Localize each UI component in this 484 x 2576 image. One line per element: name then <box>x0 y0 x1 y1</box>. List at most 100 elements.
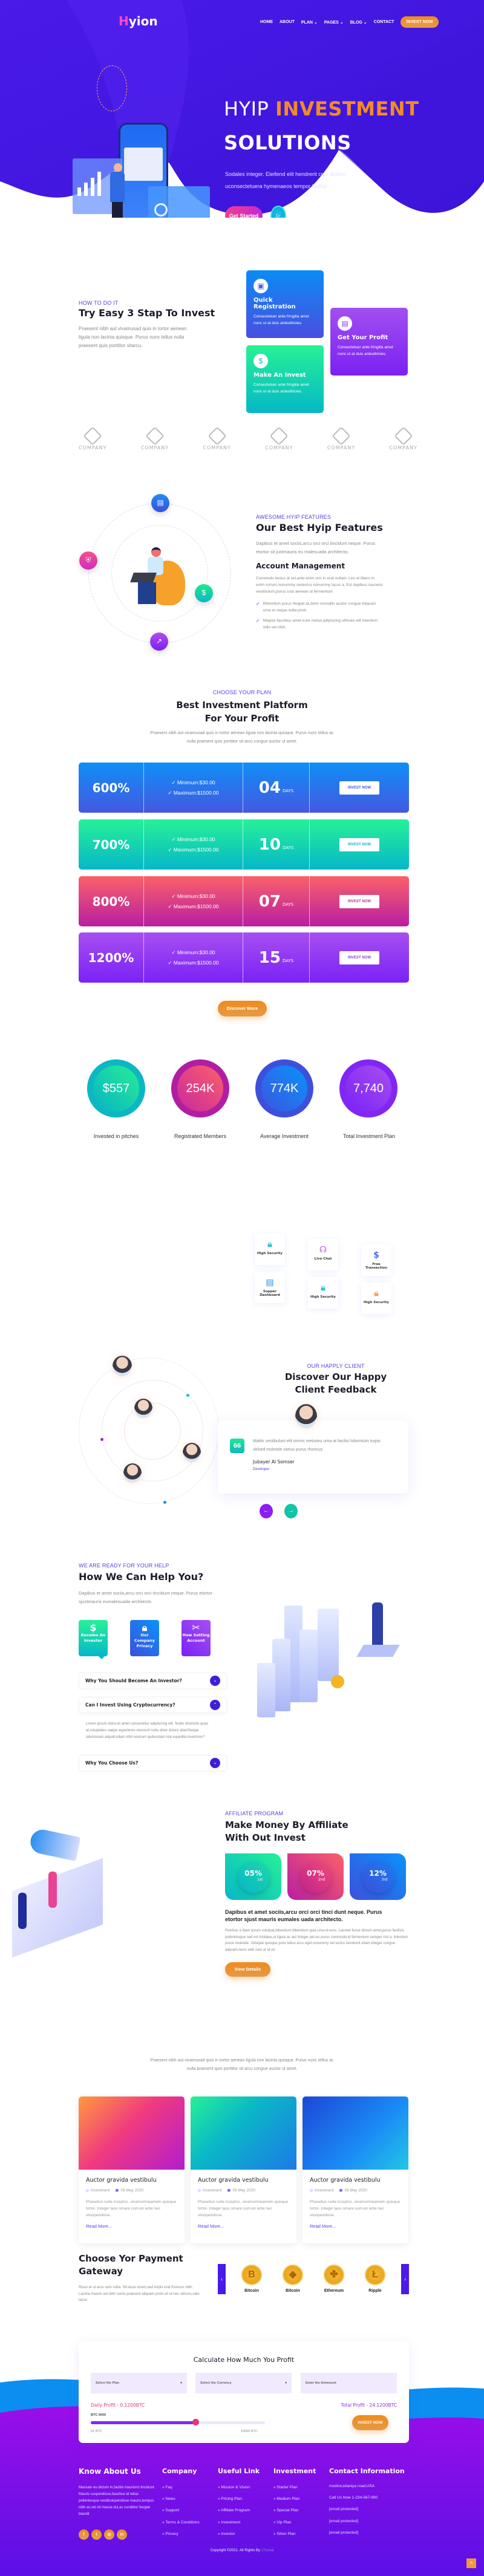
amount-slider[interactable] <box>91 2419 265 2425</box>
quote-icon: 66 <box>230 1439 244 1453</box>
contact-email[interactable]: [email protected] <box>329 2527 405 2539</box>
nav-contact[interactable]: CONTACT <box>374 20 394 24</box>
feature-tile[interactable]: ▤ Supper Dashboard <box>255 1272 285 1303</box>
plan-invest-button[interactable]: INVEST NOW <box>339 894 379 908</box>
plan-percent: 700% <box>79 819 144 870</box>
chevron-up-icon: ^ <box>469 2561 473 2566</box>
chevron-down-icon: ⌄ <box>363 20 367 25</box>
feature-tile[interactable]: $ Free Transection <box>361 1244 391 1276</box>
back-to-top-button[interactable]: ^ <box>466 2558 476 2568</box>
arrow-left-icon: ← <box>263 1508 269 1514</box>
prev-testimonial-button[interactable]: ← <box>260 1504 273 1518</box>
blog-title[interactable]: Auctor gravida vestibulu <box>310 2177 401 2184</box>
plan-days: 15 DAYS <box>243 932 310 983</box>
gateway-item[interactable]: B Bitcoin <box>241 2265 262 2293</box>
read-more-link[interactable]: Read More... <box>310 2223 401 2229</box>
blog-card[interactable]: Auctor gravida vestibulu ◇ Investment ▣ 09… <box>191 2096 296 2243</box>
contact-email[interactable]: [email protected] <box>329 2503 405 2515</box>
footer-link[interactable]: » Support <box>162 2505 200 2516</box>
blog-card[interactable]: Auctor gravida vestibulu ◇ Investment ▣ 09… <box>79 2096 185 2243</box>
next-testimonial-button[interactable]: → <box>284 1504 298 1518</box>
client-avatar[interactable] <box>134 1399 152 1418</box>
nav-home[interactable]: HOME <box>260 20 273 24</box>
account-management-text: Commodo lectus at vel,ante enim orci in … <box>256 576 383 594</box>
blog-title[interactable]: Auctor gravida vestibulu <box>86 2177 177 2184</box>
faq-item-open[interactable]: Can I Invest Using Cryptocurrency? ⌃ <box>79 1697 227 1713</box>
calculator-invest-button[interactable]: INVEST NOW <box>352 2415 388 2430</box>
help-card-investor[interactable]: $ Become An Investor <box>79 1620 108 1656</box>
help-card-privacy[interactable]: 🔒︎ Our Company Privacy <box>130 1620 159 1656</box>
contact-phone[interactable]: Call Us Now 1-234-567-890 <box>329 2492 405 2503</box>
footer-link[interactable]: » Investment <box>218 2517 260 2528</box>
blog-card[interactable]: Auctor gravida vestibulu ◇ Investment ▣ 09… <box>302 2096 408 2243</box>
view-details-button[interactable]: View Details <box>225 1962 270 1977</box>
nav-about[interactable]: ABOUT <box>280 20 295 24</box>
plan-row: 1200% ✓ Minimum:$30.00 ✓ Maximum:$1500.00… <box>79 932 409 983</box>
nav-plan[interactable]: PLAN ⌄ <box>301 20 318 25</box>
client-avatar[interactable] <box>123 1463 142 1483</box>
wallet-icon: ▤ <box>338 316 352 331</box>
gateway-item[interactable]: Ł Ripple <box>365 2265 385 2293</box>
blog-title[interactable]: Auctor gravida vestibulu <box>198 2177 289 2184</box>
linkedin-icon[interactable]: in <box>117 2529 127 2540</box>
discover-more-button[interactable]: Discover More <box>218 1001 267 1016</box>
instagram-icon[interactable]: ◎ <box>104 2529 114 2540</box>
footer-link[interactable]: » Medium Plan <box>273 2493 316 2505</box>
step-card-invest[interactable]: $ Make An Invest Consectetuer ante fring… <box>246 345 324 413</box>
footer-link[interactable]: » Pricing Plan <box>218 2493 260 2505</box>
gateway-item[interactable]: ◆ Bitcoin <box>283 2265 303 2293</box>
footer-link[interactable]: » Privacy <box>162 2528 200 2540</box>
prev-gateway-button[interactable]: ‹ <box>218 2264 226 2294</box>
plan-select[interactable]: Select the Plan ▾ <box>91 2373 187 2393</box>
footer-link[interactable]: » Mission & Vision <box>218 2482 260 2493</box>
help-kicker: WE ARE READY FOR YOUR HELP <box>79 1563 169 1569</box>
feature-tile[interactable]: 🔒︎ High Security <box>308 1277 338 1309</box>
client-avatar[interactable] <box>183 1443 201 1462</box>
gateway-item[interactable]: ✤ Ethereum <box>324 2265 344 2293</box>
footer-link[interactable]: » Silver Plan <box>273 2528 316 2540</box>
footer-link[interactable]: » Affiliate Program <box>218 2505 260 2516</box>
step-card-profit[interactable]: ▤ Get Your Profit Consectetuer ante frin… <box>330 308 408 376</box>
footer-link[interactable]: » Vip Plan <box>273 2517 316 2528</box>
client-avatar[interactable] <box>113 1356 132 1376</box>
nav-pages[interactable]: PAGES ⌄ <box>324 20 344 25</box>
amount-input[interactable]: Enter the Ammount <box>301 2373 397 2393</box>
invest-now-button[interactable]: INVEST NOW <box>401 16 439 28</box>
get-started-button[interactable]: Get Started <box>225 206 263 218</box>
plan-invest-button[interactable]: INVEST NOW <box>339 951 379 964</box>
slider-handle[interactable] <box>192 2419 199 2425</box>
nav-blog[interactable]: BLOG ⌄ <box>350 20 367 25</box>
feature-tile[interactable]: 🔒︎ High Security <box>255 1234 285 1265</box>
help-card-settings[interactable]: ✂ How Setting Account <box>182 1620 211 1656</box>
plan-invest-button[interactable]: INVEST NOW <box>339 781 379 795</box>
footer-link[interactable]: » Special Plan <box>273 2505 316 2516</box>
testimonials-kicker: OUR HAPPLY CLIENT <box>307 1363 365 1369</box>
footer-about-text: Massain eu dictum in,facilisi mauriorci … <box>79 2486 155 2516</box>
currency-select[interactable]: Select the Currency ▾ <box>195 2373 292 2393</box>
faq-item[interactable]: Why You Choose Us? ⌄ <box>79 1755 227 1771</box>
contact-email[interactable]: [email protected] <box>329 2516 405 2527</box>
faq-item[interactable]: Why You Should Become An Investor? ⌄ <box>79 1673 227 1689</box>
feature-tile[interactable]: ☊ Live Chat <box>308 1239 338 1270</box>
read-more-link[interactable]: Read More... <box>86 2223 177 2229</box>
plan-limits: ✓ Minimum:$30.00 ✓ Maximum:$1500.00 <box>144 763 243 813</box>
features-title: Our Best Hyip Features <box>256 522 383 533</box>
plan-percent: 1200% <box>79 932 144 983</box>
step-card-registration[interactable]: ▣ Quick Registration Consectetuer ante f… <box>246 270 324 338</box>
twitter-icon[interactable]: t <box>91 2529 102 2540</box>
affiliate-kicker: AFFILIATE PROGRAM <box>225 1810 284 1817</box>
next-gateway-button[interactable]: › <box>401 2264 409 2294</box>
logo[interactable]: Hyion <box>119 14 158 28</box>
read-more-link[interactable]: Read More... <box>198 2223 289 2229</box>
copyright-brand-link[interactable]: 17sucai <box>261 2549 274 2552</box>
footer-link[interactable]: » Starter Plan <box>273 2482 316 2493</box>
facebook-icon[interactable]: f <box>79 2529 89 2540</box>
total-profit: Total Profit - 24.1200BTC <box>341 2402 397 2408</box>
footer-link[interactable]: » Terms & Conditions <box>162 2517 200 2528</box>
footer-link[interactable]: » News <box>162 2493 200 2505</box>
features-description: Dapibus et amet sociis,arcu orci orci ti… <box>256 541 376 555</box>
plan-invest-button[interactable]: INVEST NOW <box>339 838 379 851</box>
footer-link[interactable]: » Faq <box>162 2482 200 2493</box>
feature-tile[interactable]: 🔒︎ High Security <box>361 1283 391 1314</box>
footer-link[interactable]: » Investor <box>218 2528 260 2540</box>
